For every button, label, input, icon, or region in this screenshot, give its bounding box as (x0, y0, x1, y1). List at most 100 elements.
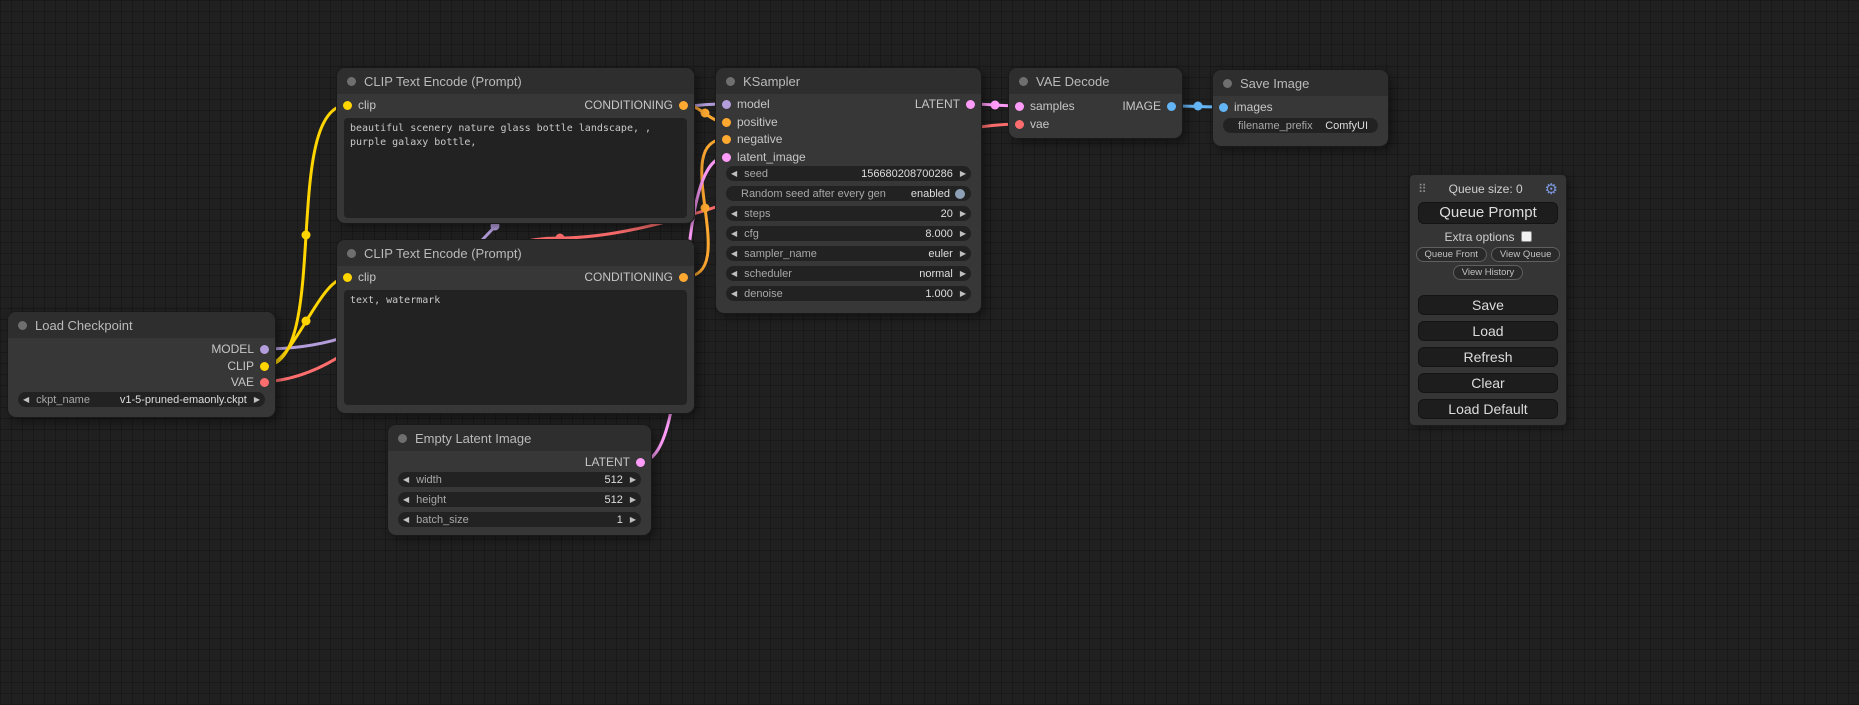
arrow-right-icon[interactable]: ▶ (630, 496, 636, 504)
arrow-left-icon[interactable]: ◀ (731, 230, 737, 238)
slot-dot-vae[interactable] (1015, 120, 1024, 129)
view-history-button[interactable]: View History (1453, 265, 1524, 280)
arrow-right-icon[interactable]: ▶ (960, 270, 966, 278)
save-button[interactable]: Save (1418, 295, 1558, 315)
output-slot-latent[interactable]: LATENT (915, 97, 975, 111)
prompt-text-area[interactable]: text, watermark (344, 290, 687, 405)
node-vae-decode[interactable]: VAE Decode samples vae IMAGE (1009, 68, 1182, 138)
prompt-text-area[interactable]: beautiful scenery nature glass bottle la… (344, 118, 687, 218)
arrow-left-icon[interactable]: ◀ (731, 170, 737, 178)
slot-dot-image[interactable] (1167, 102, 1176, 111)
output-slot-conditioning[interactable]: CONDITIONING (584, 270, 688, 284)
arrow-left-icon[interactable]: ◀ (403, 516, 409, 524)
arrow-right-icon[interactable]: ▶ (630, 516, 636, 524)
node-title-bar[interactable]: CLIP Text Encode (Prompt) (337, 68, 694, 94)
queue-prompt-button[interactable]: Queue Prompt (1418, 202, 1558, 224)
clear-button[interactable]: Clear (1418, 373, 1558, 393)
widget-height[interactable]: ◀ height 512 ▶ (398, 492, 641, 507)
arrow-left-icon[interactable]: ◀ (403, 496, 409, 504)
input-slot-samples[interactable]: samples (1015, 99, 1075, 113)
queue-front-button[interactable]: Queue Front (1416, 247, 1487, 262)
refresh-button[interactable]: Refresh (1418, 347, 1558, 367)
slot-dot-clip[interactable] (343, 101, 352, 110)
slot-dot-model[interactable] (260, 345, 269, 354)
arrow-right-icon[interactable]: ▶ (960, 210, 966, 218)
node-title-bar[interactable]: CLIP Text Encode (Prompt) (337, 240, 694, 266)
node-title-bar[interactable]: KSampler (716, 68, 981, 94)
collapse-dot-icon[interactable] (1019, 77, 1028, 86)
collapse-dot-icon[interactable] (347, 77, 356, 86)
output-slot-latent[interactable]: LATENT (585, 455, 645, 469)
drag-handle-icon[interactable]: ⠿ (1418, 182, 1427, 196)
input-slot-clip[interactable]: clip (343, 270, 376, 284)
widget-batch-size[interactable]: ◀ batch_size 1 ▶ (398, 512, 641, 527)
slot-dot-image[interactable] (1219, 103, 1228, 112)
node-title-bar[interactable]: Load Checkpoint (8, 312, 275, 338)
output-slot-vae[interactable]: VAE (231, 375, 269, 389)
slot-dot-conditioning[interactable] (679, 101, 688, 110)
slot-dot-vae[interactable] (260, 378, 269, 387)
arrow-left-icon[interactable]: ◀ (23, 396, 29, 404)
slot-dot-latent[interactable] (966, 100, 975, 109)
node-clip-text-encode-negative[interactable]: CLIP Text Encode (Prompt) clip CONDITION… (337, 240, 694, 413)
slot-dot-clip[interactable] (260, 362, 269, 371)
widget-scheduler[interactable]: ◀ scheduler normal ▶ (726, 266, 971, 281)
widget-cfg[interactable]: ◀ cfg 8.000 ▶ (726, 226, 971, 241)
node-empty-latent-image[interactable]: Empty Latent Image LATENT ◀ width 512 ▶ … (388, 425, 651, 535)
arrow-right-icon[interactable]: ▶ (960, 290, 966, 298)
output-slot-model[interactable]: MODEL (211, 342, 269, 356)
widget-filename-prefix[interactable]: filename_prefix ComfyUI (1223, 118, 1378, 133)
node-clip-text-encode-positive[interactable]: CLIP Text Encode (Prompt) clip CONDITION… (337, 68, 694, 223)
arrow-right-icon[interactable]: ▶ (960, 230, 966, 238)
collapse-dot-icon[interactable] (1223, 79, 1232, 88)
collapse-dot-icon[interactable] (726, 77, 735, 86)
widget-random-seed-toggle[interactable]: Random seed after every gen enabled (726, 186, 971, 201)
input-slot-clip[interactable]: clip (343, 98, 376, 112)
collapse-dot-icon[interactable] (18, 321, 27, 330)
input-slot-positive[interactable]: positive (722, 115, 778, 129)
extra-options-checkbox[interactable] (1521, 231, 1532, 242)
view-queue-button[interactable]: View Queue (1491, 247, 1561, 262)
collapse-dot-icon[interactable] (398, 434, 407, 443)
node-title-bar[interactable]: Save Image (1213, 70, 1388, 96)
output-slot-clip[interactable]: CLIP (227, 359, 269, 373)
widget-steps[interactable]: ◀ steps 20 ▶ (726, 206, 971, 221)
node-title-bar[interactable]: Empty Latent Image (388, 425, 651, 451)
slot-dot-latent[interactable] (722, 153, 731, 162)
widget-denoise[interactable]: ◀ denoise 1.000 ▶ (726, 286, 971, 301)
input-slot-images[interactable]: images (1219, 100, 1273, 114)
slot-dot-conditioning[interactable] (722, 135, 731, 144)
arrow-left-icon[interactable]: ◀ (403, 476, 409, 484)
node-save-image[interactable]: Save Image images filename_prefix ComfyU… (1213, 70, 1388, 146)
slot-dot-latent[interactable] (1015, 102, 1024, 111)
widget-ckpt-name[interactable]: ◀ ckpt_name v1-5-pruned-emaonly.ckpt ▶ (18, 392, 265, 407)
widget-width[interactable]: ◀ width 512 ▶ (398, 472, 641, 487)
collapse-dot-icon[interactable] (347, 249, 356, 258)
output-slot-image[interactable]: IMAGE (1122, 99, 1176, 113)
arrow-right-icon[interactable]: ▶ (630, 476, 636, 484)
graph-canvas[interactable]: { "icons": { "arrow_left": "◀", "arrow_r… (0, 0, 1859, 705)
node-load-checkpoint[interactable]: Load Checkpoint MODEL CLIP VAE ◀ ckpt_na… (8, 312, 275, 417)
settings-gear-icon[interactable]: ⚙ (1545, 182, 1558, 197)
input-slot-negative[interactable]: negative (722, 132, 782, 146)
slot-dot-clip[interactable] (343, 273, 352, 282)
widget-sampler-name[interactable]: ◀ sampler_name euler ▶ (726, 246, 971, 261)
node-ksampler[interactable]: KSampler model positive negative latent_… (716, 68, 981, 313)
arrow-left-icon[interactable]: ◀ (731, 270, 737, 278)
input-slot-latent-image[interactable]: latent_image (722, 150, 806, 164)
input-slot-vae[interactable]: vae (1015, 117, 1049, 131)
arrow-left-icon[interactable]: ◀ (731, 250, 737, 258)
load-default-button[interactable]: Load Default (1418, 399, 1558, 419)
slot-dot-model[interactable] (722, 100, 731, 109)
arrow-right-icon[interactable]: ▶ (254, 396, 260, 404)
arrow-left-icon[interactable]: ◀ (731, 290, 737, 298)
slot-dot-latent[interactable] (636, 458, 645, 467)
arrow-right-icon[interactable]: ▶ (960, 170, 966, 178)
queue-menu-panel[interactable]: ⠿ Queue size: 0 ⚙ Queue Prompt Extra opt… (1410, 175, 1566, 425)
input-slot-model[interactable]: model (722, 97, 770, 111)
widget-seed[interactable]: ◀ seed 156680208700286 ▶ (726, 166, 971, 181)
slot-dot-conditioning[interactable] (722, 118, 731, 127)
slot-dot-conditioning[interactable] (679, 273, 688, 282)
arrow-right-icon[interactable]: ▶ (960, 250, 966, 258)
load-button[interactable]: Load (1418, 321, 1558, 341)
